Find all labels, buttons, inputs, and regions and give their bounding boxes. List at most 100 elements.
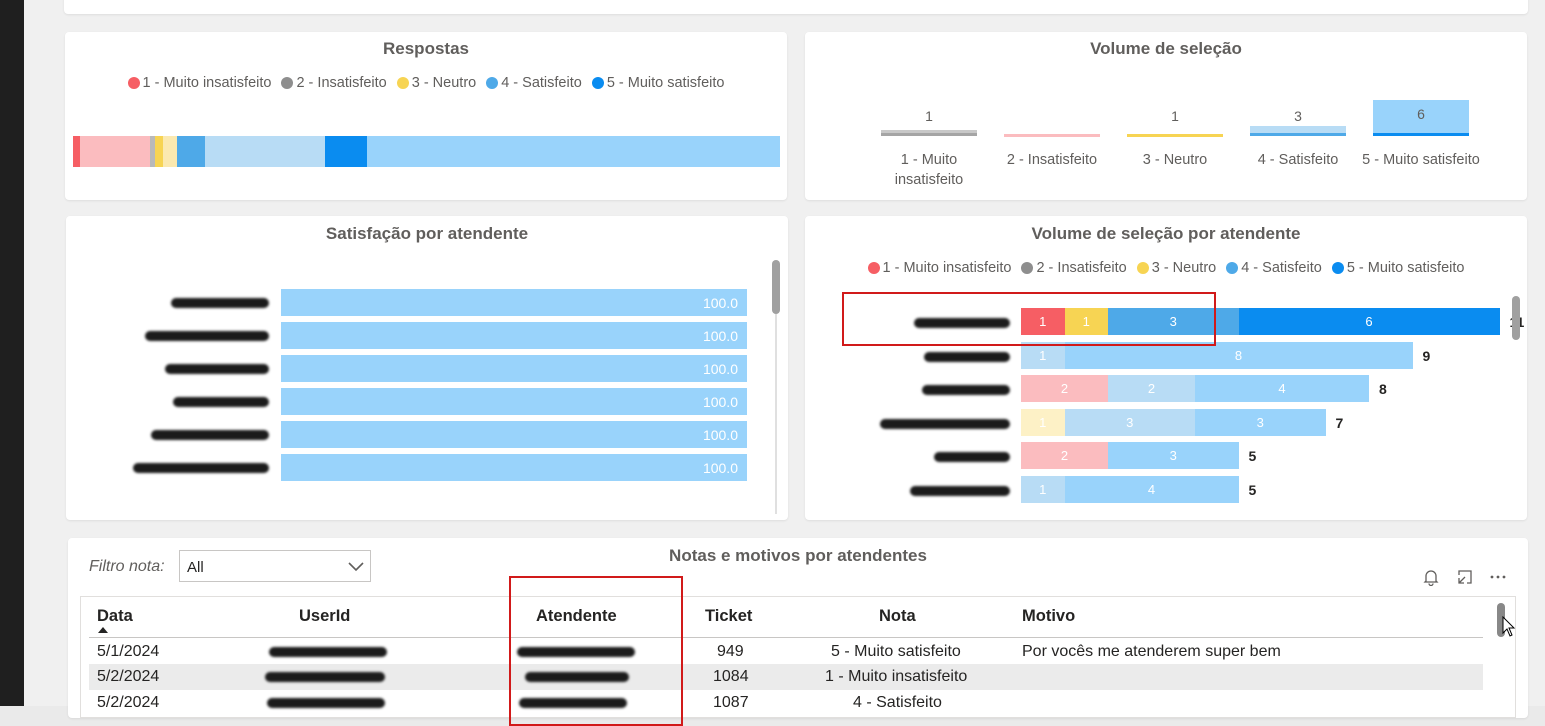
legend-item[interactable]: 5 - Muito satisfeito [591, 75, 724, 91]
respostas-title: Respostas [383, 39, 469, 58]
row-total-label: 7 [1335, 414, 1344, 431]
segment[interactable] [177, 136, 205, 167]
segment[interactable] [155, 136, 163, 167]
redacted-atendente [910, 485, 1010, 496]
redacted-atendente [525, 672, 629, 682]
bar-segment[interactable]: 6 [1238, 308, 1500, 335]
bar-segment[interactable]: 2 [1108, 375, 1195, 402]
volume-column[interactable]: 1 1 - Muito insatisfeito [881, 92, 977, 202]
legend-item[interactable]: 5 - Muito satisfeito [1331, 260, 1464, 276]
column-header-userid[interactable]: UserId [299, 607, 350, 626]
bar-value-label: 100.0 [702, 295, 738, 311]
stacked-bar[interactable]: 23 [1021, 442, 1239, 469]
volume-column[interactable]: 2 - Insatisfeito [1004, 92, 1100, 202]
bar-segment[interactable]: 3 [1195, 408, 1326, 436]
volume-atendente-card[interactable]: Volume de seleção por atendente 1 - Muit… [805, 216, 1527, 520]
table-row[interactable]: 5/2/2024 1084 1 - Muito insatisfeito [89, 664, 1483, 690]
bar-segment[interactable]: 1 [1064, 308, 1108, 335]
table-row[interactable]: 5/1/2024 949 5 - Muito satisfeito Por vo… [89, 639, 1483, 664]
legend-item[interactable]: 4 - Satisfeito [1226, 260, 1322, 276]
volume-column[interactable]: 6 5 - Muito satisfeito [1362, 92, 1480, 202]
cell-data: 5/2/2024 [97, 668, 160, 685]
legend-item[interactable]: 3 - Neutro [396, 75, 477, 91]
segment[interactable] [163, 136, 177, 167]
legend-label: 3 - Neutro [411, 75, 477, 91]
top-card [64, 0, 1528, 14]
bar-segment[interactable]: 3 [1108, 442, 1239, 469]
column-bar[interactable] [1127, 134, 1223, 137]
legend-item[interactable]: 1 - Muito insatisfeito [867, 260, 1011, 276]
focus-mode-icon[interactable] [1457, 569, 1473, 585]
bar-segment[interactable]: 8 [1064, 341, 1413, 369]
scrollbar-thumb[interactable] [1512, 296, 1520, 340]
volume-column[interactable]: 1 3 - Neutro [1127, 92, 1223, 202]
satisfacao-bar[interactable]: 100.0 [281, 322, 747, 349]
bar-segment[interactable]: 1 [1021, 408, 1065, 436]
legend-item[interactable]: 2 - Insatisfeito [281, 75, 387, 91]
column-header-atendente[interactable]: Atendente [536, 607, 617, 626]
notas-card[interactable]: Notas e motivos por atendentes Filtro no… [68, 538, 1528, 726]
bar-segment[interactable]: 4 [1195, 375, 1369, 402]
column-header-data[interactable]: Data [97, 607, 133, 626]
segment[interactable] [325, 136, 367, 167]
filter-dropdown[interactable]: All [179, 550, 371, 582]
segment[interactable] [80, 136, 150, 167]
respostas-stacked-bar[interactable] [73, 136, 780, 167]
column-header-motivo[interactable]: Motivo [1022, 607, 1075, 626]
stacked-bar[interactable]: 18 [1021, 341, 1413, 369]
bar-segment[interactable]: 2 [1021, 375, 1108, 402]
redacted-userid [269, 647, 387, 657]
row-total-label: 5 [1248, 481, 1257, 498]
notas-table: Data UserId Atendente Ticket Nota Motivo… [80, 596, 1516, 718]
bar-segment[interactable]: 1 [1021, 308, 1065, 335]
respostas-card[interactable]: Respostas 1 - Muito insatisfeito 2 - Ins… [65, 32, 787, 200]
volume-card[interactable]: Volume de seleção 1 1 - Muito insatisfeit… [805, 32, 1527, 200]
volume-column[interactable]: 3 4 - Satisfeito [1250, 92, 1346, 202]
column-header-nota[interactable]: Nota [879, 607, 916, 626]
scrollbar-thumb[interactable] [772, 260, 780, 314]
satisfacao-bar[interactable]: 100.0 [281, 454, 747, 481]
satisfacao-bar[interactable]: 100.0 [281, 289, 747, 316]
redacted-userid [267, 698, 385, 708]
legend-item[interactable]: 2 - Insatisfeito [1021, 260, 1127, 276]
bar-segment[interactable]: 1 [1021, 475, 1065, 503]
legend-item[interactable]: 1 - Muito insatisfeito [127, 75, 272, 91]
satisfacao-bar[interactable]: 100.0 [281, 421, 747, 448]
stacked-bar[interactable]: 224 [1021, 375, 1369, 402]
segment[interactable] [205, 136, 325, 167]
column-label: 1 - Muito insatisfeito [894, 152, 964, 188]
column-bar[interactable] [1004, 134, 1100, 137]
legend-item[interactable]: 3 - Neutro [1136, 260, 1216, 276]
bar-value-label: 100.0 [702, 361, 738, 377]
bell-icon[interactable] [1423, 569, 1439, 586]
legend-dot-icon [1021, 262, 1034, 274]
legend-label: 1 - Muito insatisfeito [142, 75, 272, 91]
satisfacao-card[interactable]: Satisfação por atendente 100.0 100.0 100.0… [66, 216, 788, 520]
bar-segment[interactable]: 4 [1064, 475, 1239, 503]
bar-segment[interactable]: 3 [1064, 408, 1195, 436]
column-value: 1 [1171, 108, 1179, 124]
bar-segment[interactable]: 1 [1021, 341, 1065, 369]
satisfacao-bar[interactable]: 100.0 [281, 355, 747, 382]
column-header-ticket[interactable]: Ticket [705, 607, 752, 626]
segment[interactable] [367, 136, 780, 167]
legend-item[interactable]: 4 - Satisfeito [486, 75, 582, 91]
satisfacao-bar[interactable]: 100.0 [281, 388, 747, 415]
column-bar[interactable] [881, 130, 977, 136]
cell-ticket: 949 [717, 643, 744, 660]
bar-segment[interactable]: 3 [1108, 308, 1239, 335]
column-value: 3 [1294, 108, 1302, 124]
stacked-bar[interactable]: 14 [1021, 475, 1239, 503]
stacked-bar[interactable]: 133 [1021, 408, 1326, 436]
row-total-label: 5 [1248, 448, 1257, 464]
volume-atendente-legend: 1 - Muito insatisfeito 2 - Insatisfeito … [805, 260, 1527, 276]
scrollbar-track[interactable] [775, 314, 777, 514]
column-bar[interactable] [1250, 126, 1346, 136]
more-options-icon[interactable] [1490, 575, 1506, 579]
table-row[interactable]: 5/2/2024 1087 4 - Satisfeito [89, 690, 1483, 716]
segment[interactable] [73, 136, 80, 167]
bar-segment[interactable]: 2 [1021, 442, 1108, 469]
row-total-label: 9 [1422, 347, 1431, 364]
stacked-bar[interactable]: 1136 [1021, 308, 1500, 335]
chevron-down-icon [348, 562, 364, 572]
